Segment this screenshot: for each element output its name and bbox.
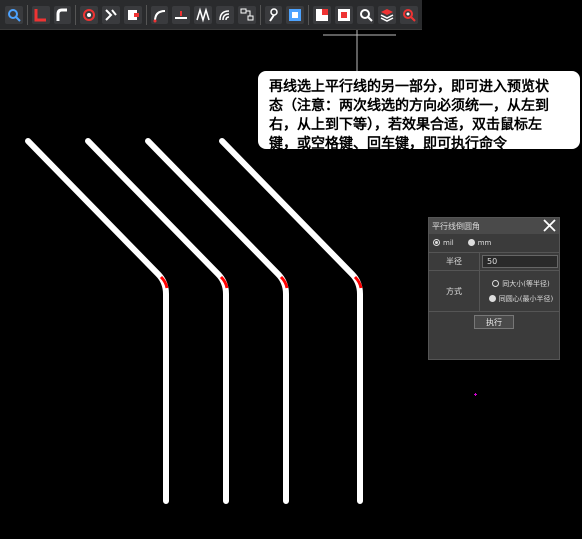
select-icon[interactable]	[5, 5, 23, 24]
corner-icon[interactable]	[53, 5, 72, 24]
toolbar	[0, 0, 422, 30]
callout-line-1: 再线选上平行线的另一部分，即可进入预览状	[269, 79, 549, 95]
radius-input[interactable]: 50	[482, 255, 558, 268]
execute-button[interactable]: 执行	[474, 315, 514, 329]
radio-dot-icon	[467, 239, 475, 246]
radius-label: 半径	[429, 253, 480, 270]
parallel-trace-2[interactable]	[85, 138, 229, 504]
toolbar-separator	[75, 4, 77, 25]
unit-mil-label: mil	[443, 238, 454, 247]
mode-opt2-label: 同圆心(最小半径)	[498, 294, 554, 303]
parallel-fillet-dialog: 平行线倒圆角 mil mm 半径 50 方式 同大小(等半径) 同圆心(最小半径…	[428, 217, 560, 360]
copper-icon[interactable]	[313, 5, 331, 24]
parallel-trace-1[interactable]	[25, 138, 169, 504]
toolbar-separator	[145, 4, 147, 25]
mode-label: 方式	[429, 271, 480, 311]
layers-icon[interactable]	[378, 5, 397, 24]
parallel-trace-4[interactable]	[219, 138, 363, 504]
mode-equal-radius-radio[interactable]: 同大小(等半径)	[492, 276, 550, 291]
arc-icon[interactable]	[150, 5, 169, 24]
shape-icon[interactable]	[334, 5, 353, 24]
radio-checked-icon	[433, 239, 440, 246]
unit-mm-radio[interactable]: mm	[467, 238, 492, 247]
zoom-area-icon[interactable]	[400, 5, 418, 24]
dialog-form: 半径 50 方式 同大小(等半径) 同圆心(最小半径) 执行	[429, 252, 559, 332]
toolbar-separator	[308, 4, 310, 25]
unit-mil-radio[interactable]: mil	[433, 239, 454, 247]
close-icon[interactable]	[541, 217, 558, 234]
dialog-titlebar[interactable]: 平行线倒圆角	[429, 218, 559, 234]
mode-concentric-radio[interactable]: 同圆心(最小半径)	[488, 291, 554, 306]
diff-pair-icon[interactable]	[194, 5, 212, 24]
unit-mm-label: mm	[477, 238, 492, 247]
radius-row: 半径 50	[429, 253, 559, 271]
callout-line-4: 键，或空格键、回车键，即可执行命令	[269, 136, 507, 152]
via-icon[interactable]	[123, 5, 142, 24]
radio-checked-icon	[488, 295, 496, 302]
toolbar-separator	[26, 4, 28, 25]
unit-selector: mil mm	[429, 234, 559, 251]
serpentine-icon[interactable]	[215, 5, 234, 24]
callout-line-3: 右，从上到下等），若效果合适，双击鼠标左	[269, 117, 542, 133]
mode-opt1-label: 同大小(等半径)	[502, 279, 550, 288]
route-icon[interactable]	[31, 5, 50, 24]
unroute-icon[interactable]	[102, 5, 120, 24]
toolbar-separator	[259, 4, 261, 25]
dialog-title: 平行线倒圆角	[432, 221, 480, 231]
execute-row: 执行	[429, 312, 559, 332]
loop-icon[interactable]	[80, 5, 99, 24]
radio-unchecked-icon	[492, 280, 500, 287]
zoom-icon[interactable]	[356, 5, 375, 24]
callout-line-2: 态（注意：两次线选的方向必须统一，从左到	[269, 98, 549, 114]
length-icon[interactable]	[172, 5, 191, 24]
fanout-icon[interactable]	[286, 5, 305, 24]
instruction-callout: 再线选上平行线的另一部分，即可进入预览状 态（注意：两次线选的方向必须统一，从左…	[258, 71, 580, 152]
gloss-icon[interactable]	[237, 5, 256, 24]
pin-swap-icon[interactable]	[264, 5, 283, 24]
mode-row: 方式 同大小(等半径) 同圆心(最小半径)	[429, 271, 559, 312]
cursor-marker-icon	[474, 393, 477, 396]
